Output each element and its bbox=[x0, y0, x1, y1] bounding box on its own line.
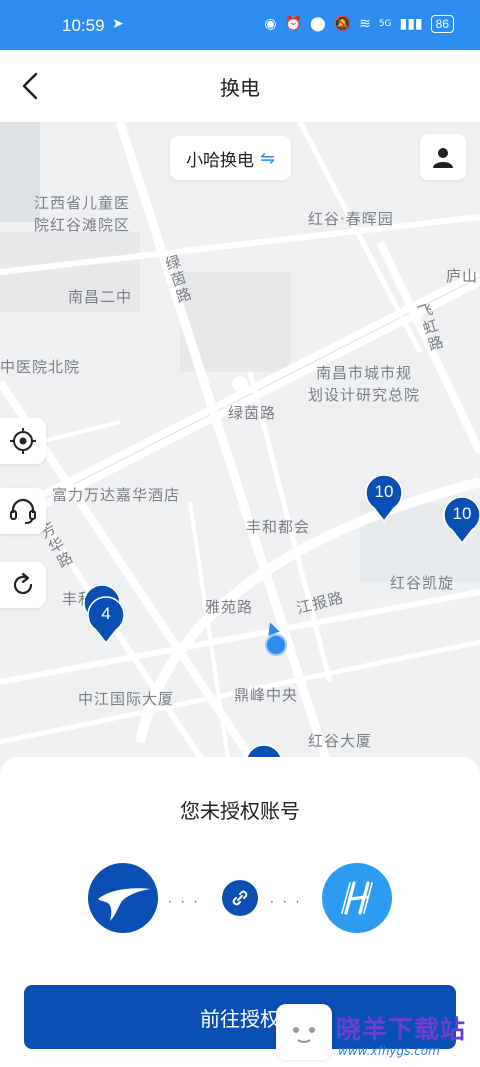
airline-app-logo bbox=[88, 863, 158, 933]
station-marker[interactable]: 4 bbox=[86, 596, 126, 645]
station-marker[interactable]: 10 bbox=[442, 496, 480, 545]
network-label: 5G bbox=[378, 19, 392, 29]
map-label: 南昌市城市规 bbox=[316, 364, 413, 382]
header: 换电 bbox=[0, 50, 480, 122]
wifi-icon: ≋ bbox=[359, 16, 371, 32]
map-label: 丰和都会 bbox=[246, 518, 311, 536]
watermark: 晓羊下载站 www.xfhygs.com bbox=[276, 1000, 480, 1067]
status-time: 10:59 bbox=[62, 16, 105, 35]
crosshair-icon bbox=[10, 428, 36, 454]
provider-name: 小哈换电 bbox=[186, 150, 254, 171]
status-icons: ◉ ⏰ ⬤ 🔕 ≋ 5G ▮▮▮ 86 bbox=[264, 15, 454, 33]
user-icon bbox=[433, 148, 453, 168]
current-location-dot bbox=[265, 634, 287, 656]
locate-button[interactable] bbox=[0, 418, 46, 464]
provider-switch-button[interactable]: 小哈换电 ⇋ bbox=[170, 136, 292, 180]
map-label: 中医院北院 bbox=[0, 358, 81, 376]
map-label: 红谷大厦 bbox=[308, 732, 373, 750]
alarm-icon: ⏰ bbox=[284, 16, 302, 32]
user-profile-button[interactable] bbox=[420, 134, 466, 180]
eye-icon: ◉ bbox=[264, 16, 277, 32]
location-pin-icon: ⬤ bbox=[309, 16, 326, 32]
map-label: 鼎峰中央 bbox=[234, 686, 299, 704]
page-title: 换电 bbox=[220, 76, 260, 100]
map-label: 绿茵路 bbox=[228, 404, 277, 422]
hello-h-logo-icon bbox=[341, 881, 373, 915]
mute-icon: 🔕 bbox=[333, 16, 352, 32]
link-icon bbox=[232, 890, 248, 906]
link-badge bbox=[222, 880, 258, 916]
status-bar: 10:59 ➤ ◉ ⏰ ⬤ 🔕 ≋ 5G ▮▮▮ 86 bbox=[0, 0, 480, 50]
swap-icon: ⇋ bbox=[260, 147, 276, 169]
watermark-url: www.xfhygs.com bbox=[338, 1044, 440, 1058]
egret-logo-icon bbox=[98, 888, 150, 921]
connector-dots: ··· bbox=[168, 895, 207, 909]
hello-app-logo bbox=[322, 863, 392, 933]
refresh-icon bbox=[13, 572, 33, 594]
map-label: 庐山 bbox=[446, 267, 479, 285]
map-label: 划设计研究总院 bbox=[308, 386, 421, 404]
map-label: 院红谷滩院区 bbox=[34, 216, 131, 234]
signal-icon: ▮▮▮ bbox=[399, 16, 423, 32]
station-marker[interactable]: 10 bbox=[364, 474, 404, 523]
navigation-arrow-icon: ➤ bbox=[112, 16, 124, 32]
map-label: 中江国际大厦 bbox=[78, 690, 175, 708]
map-label: 红谷凯旋 bbox=[390, 574, 455, 592]
watermark-brand: 晓羊下载站 bbox=[336, 1015, 467, 1044]
connector-dots: ··· bbox=[270, 895, 309, 909]
customer-service-button[interactable] bbox=[0, 488, 46, 534]
refresh-button[interactable] bbox=[0, 562, 46, 608]
authorization-prompt: 您未授权账号 bbox=[180, 799, 300, 823]
station-count: 10 bbox=[452, 504, 472, 523]
map-label: 红谷·春晖园 bbox=[308, 210, 394, 228]
map-label: 南昌二中 bbox=[68, 288, 133, 306]
map-view[interactable]: 江西省儿童医 院红谷滩院区 红谷·春晖园 庐山 南昌二中 绿茵路 飞虹路 中医院… bbox=[0, 122, 480, 772]
station-count: 4 bbox=[101, 604, 111, 623]
battery-indicator: 86 bbox=[430, 15, 454, 33]
sheep-icon bbox=[293, 1027, 315, 1043]
map-label: 江西省儿童医 bbox=[34, 194, 131, 212]
map-label: 雅苑路 bbox=[205, 598, 254, 616]
map-label: 富力万达嘉华酒店 bbox=[52, 486, 181, 504]
station-count: 10 bbox=[374, 482, 394, 501]
headset-icon bbox=[10, 498, 36, 524]
watermark-logo-icon bbox=[276, 1004, 332, 1060]
